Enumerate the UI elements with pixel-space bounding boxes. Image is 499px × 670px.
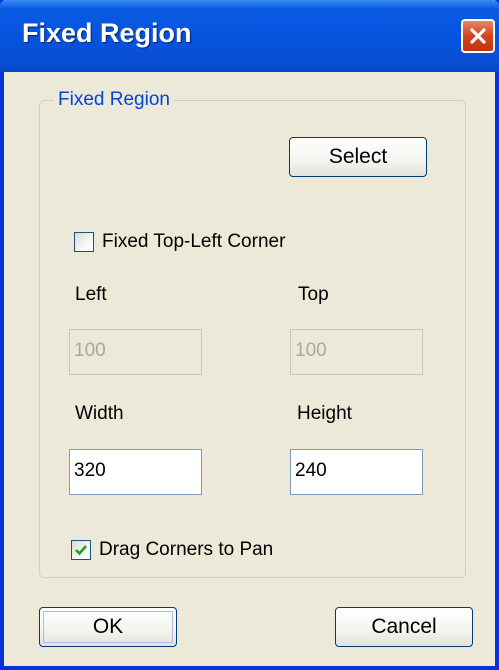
width-input[interactable]: 320 xyxy=(69,449,202,495)
close-icon xyxy=(470,28,486,44)
left-label: Left xyxy=(75,284,107,305)
window-title: Fixed Region xyxy=(22,18,192,48)
ok-button[interactable]: OK xyxy=(39,607,177,647)
select-button[interactable]: Select xyxy=(289,137,427,177)
top-input: 100 xyxy=(290,329,423,375)
height-label: Height xyxy=(297,403,352,424)
group-label: Fixed Region xyxy=(54,89,174,111)
checkmark-icon xyxy=(75,545,87,556)
drag-corners-label[interactable]: Drag Corners to Pan xyxy=(99,539,273,561)
cancel-button[interactable]: Cancel xyxy=(335,607,473,647)
fixed-top-left-corner-checkbox[interactable] xyxy=(74,232,94,252)
close-button[interactable] xyxy=(461,19,495,53)
title-bar[interactable]: Fixed Region xyxy=(0,0,499,72)
left-input: 100 xyxy=(69,329,202,375)
fixed-top-left-corner-label[interactable]: Fixed Top-Left Corner xyxy=(102,231,285,253)
drag-corners-checkbox[interactable] xyxy=(71,540,91,560)
top-label: Top xyxy=(298,284,329,305)
height-input[interactable]: 240 xyxy=(290,449,423,495)
width-label: Width xyxy=(75,403,124,424)
